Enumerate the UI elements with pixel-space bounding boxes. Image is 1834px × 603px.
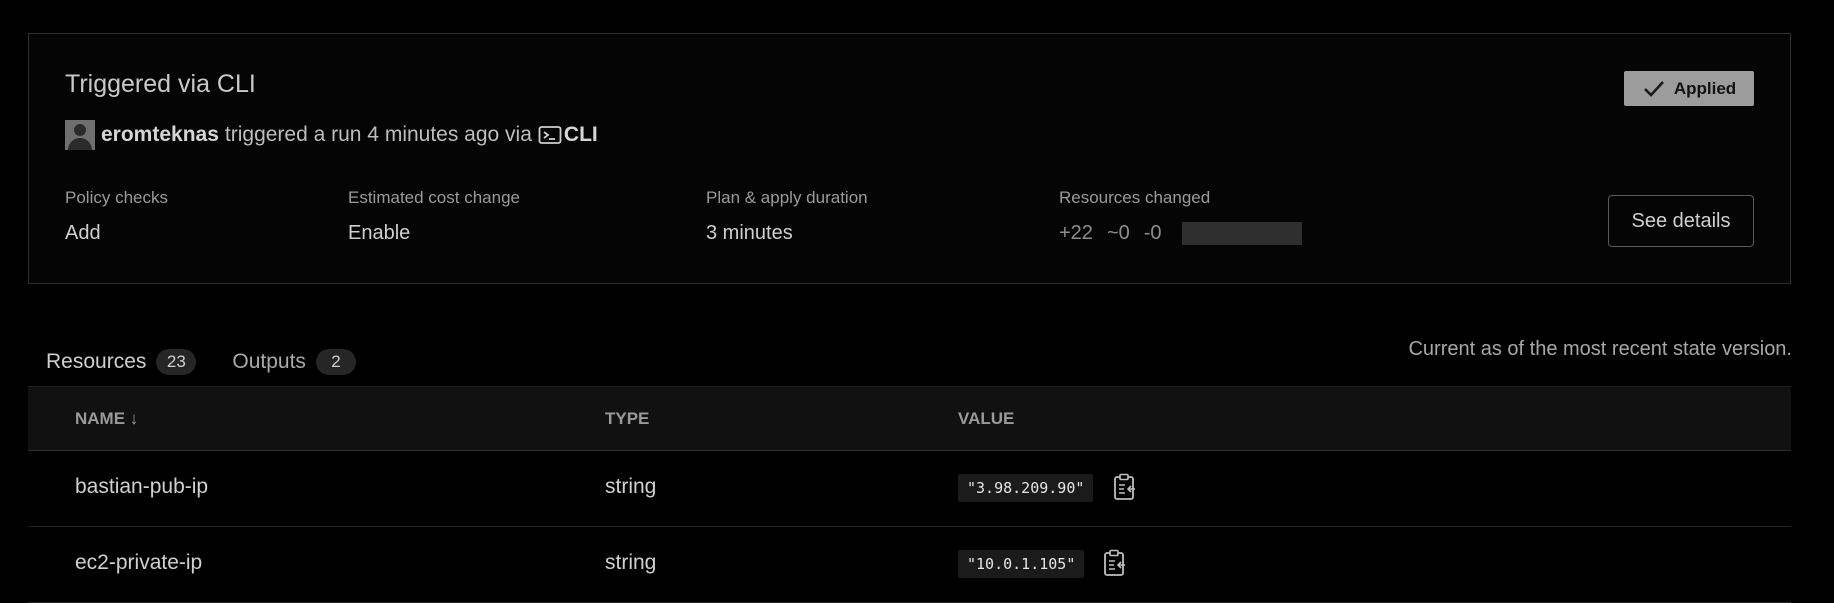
- table-row: ec2-private-ip string "10.0.1.105": [28, 527, 1791, 603]
- changed-count: ~0: [1106, 222, 1130, 244]
- metric-label: Resources changed: [1059, 188, 1211, 207]
- resources-changed-values: +22 ~0 -0: [1059, 222, 1302, 245]
- tab-label: Resources: [46, 350, 147, 373]
- metric-value: Add: [65, 222, 101, 244]
- see-details-button[interactable]: See details: [1608, 195, 1754, 247]
- trigger-text: triggered a run 4 minutes ago via: [224, 123, 532, 146]
- metric-value: Enable: [348, 222, 411, 244]
- metric-value: 3 minutes: [706, 222, 793, 244]
- via-label: CLI: [563, 123, 598, 146]
- tab-label: Outputs: [232, 350, 306, 373]
- column-header-name[interactable]: NAME ↓: [75, 409, 138, 429]
- output-name: ec2-private-ip: [75, 551, 203, 574]
- table-row: bastian-pub-ip string "3.98.209.90": [28, 451, 1791, 527]
- tab-bar: Resources 23 Outputs 2: [28, 340, 374, 392]
- clipboard-copy-icon[interactable]: [1102, 549, 1128, 577]
- output-value: "10.0.1.105": [958, 550, 1085, 578]
- avatar: [65, 120, 95, 150]
- tab-count: 2: [315, 349, 356, 375]
- run-title: Triggered via CLI: [65, 70, 256, 98]
- policy-checks-metric: Policy checks Add: [65, 188, 168, 245]
- column-header-value: VALUE: [958, 408, 1015, 428]
- outputs-table: NAME ↓ TYPE VALUE bastian-pub-ip string …: [28, 386, 1791, 603]
- terminal-icon: [538, 126, 562, 144]
- metric-label: Policy checks: [65, 188, 168, 207]
- table-header: NAME ↓ TYPE VALUE: [28, 386, 1791, 451]
- check-icon: [1643, 80, 1664, 97]
- cost-change-metric: Estimated cost change Enable: [348, 188, 520, 245]
- trigger-line: eromteknas triggered a run 4 minutes ago…: [65, 120, 598, 150]
- output-type: string: [605, 551, 657, 574]
- tab-resources[interactable]: Resources 23: [28, 340, 214, 384]
- state-note: Current as of the most recent state vers…: [1408, 338, 1792, 360]
- status-badge: Applied: [1624, 71, 1754, 106]
- column-header-type: TYPE: [605, 408, 650, 428]
- resources-changed-metric: Resources changed +22 ~0 -0: [1059, 188, 1302, 245]
- tab-outputs[interactable]: Outputs 2: [214, 340, 374, 392]
- user-link[interactable]: eromteknas: [101, 123, 219, 147]
- tab-count: 23: [156, 349, 197, 375]
- output-type: string: [605, 475, 657, 498]
- status-label: Applied: [1673, 78, 1737, 98]
- run-summary-card: Triggered via CLI Applied eromteknas tri…: [28, 33, 1791, 284]
- destroyed-count: -0: [1143, 222, 1162, 244]
- output-name: bastian-pub-ip: [75, 475, 209, 498]
- clipboard-copy-icon[interactable]: [1112, 473, 1138, 501]
- metric-label: Estimated cost change: [348, 188, 520, 207]
- metric-label: Plan & apply duration: [706, 188, 868, 207]
- added-count: +22: [1059, 222, 1093, 244]
- output-value: "3.98.209.90": [958, 474, 1094, 502]
- duration-metric: Plan & apply duration 3 minutes: [706, 188, 868, 245]
- resources-changed-bar: [1181, 222, 1302, 245]
